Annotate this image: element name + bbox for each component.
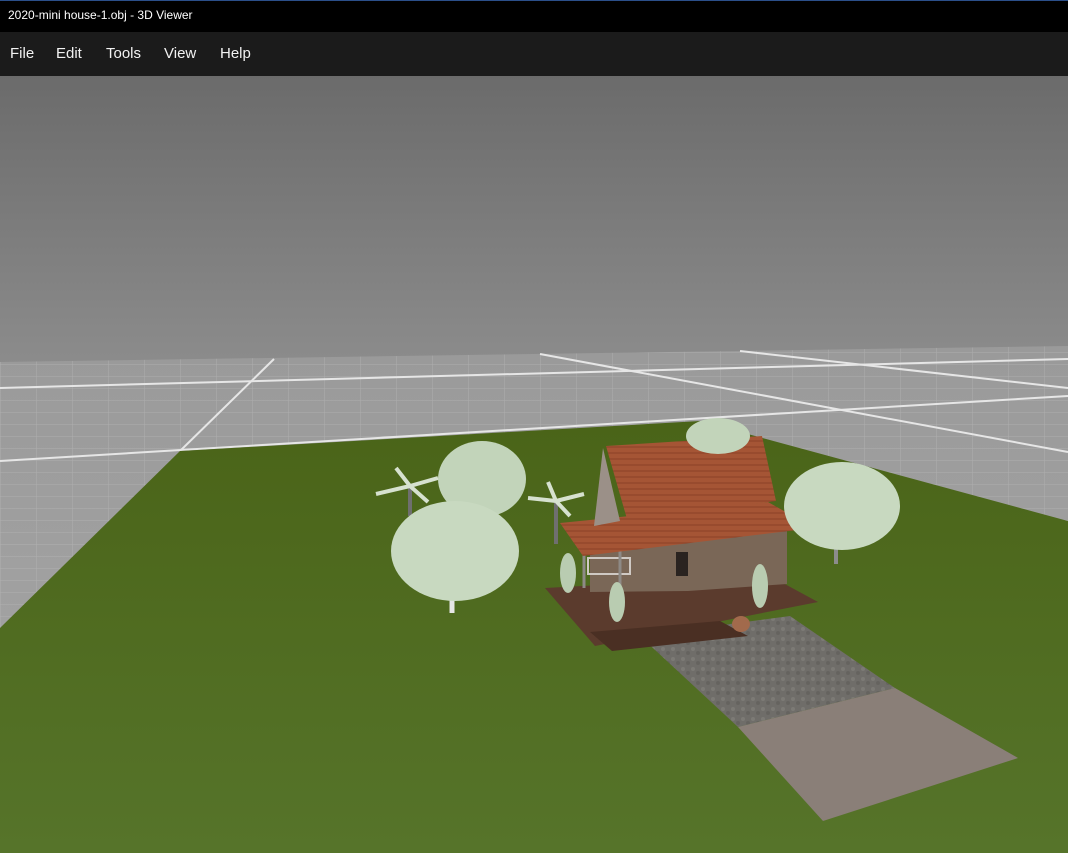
menu-edit[interactable]: Edit <box>54 32 84 76</box>
scene-canvas[interactable] <box>0 76 1068 853</box>
shrub <box>752 564 768 608</box>
house-door <box>676 552 688 576</box>
menu-file[interactable]: File <box>8 32 36 76</box>
menu-view[interactable]: View <box>162 32 198 76</box>
menu-tools[interactable]: Tools <box>104 32 143 76</box>
clay-urn <box>732 616 750 632</box>
menu-bar: File Edit Tools View Help <box>0 32 1068 76</box>
sky-background <box>0 76 1068 366</box>
3d-viewport[interactable] <box>0 76 1068 853</box>
3d-viewer-window: 2020-mini house-1.obj - 3D Viewer File E… <box>0 0 1068 853</box>
shrub <box>560 553 576 593</box>
title-bar[interactable]: 2020-mini house-1.obj - 3D Viewer <box>0 0 1068 32</box>
shrub <box>609 582 625 622</box>
menu-help[interactable]: Help <box>218 32 253 76</box>
tree <box>686 418 750 454</box>
window-title: 2020-mini house-1.obj - 3D Viewer <box>8 8 193 22</box>
